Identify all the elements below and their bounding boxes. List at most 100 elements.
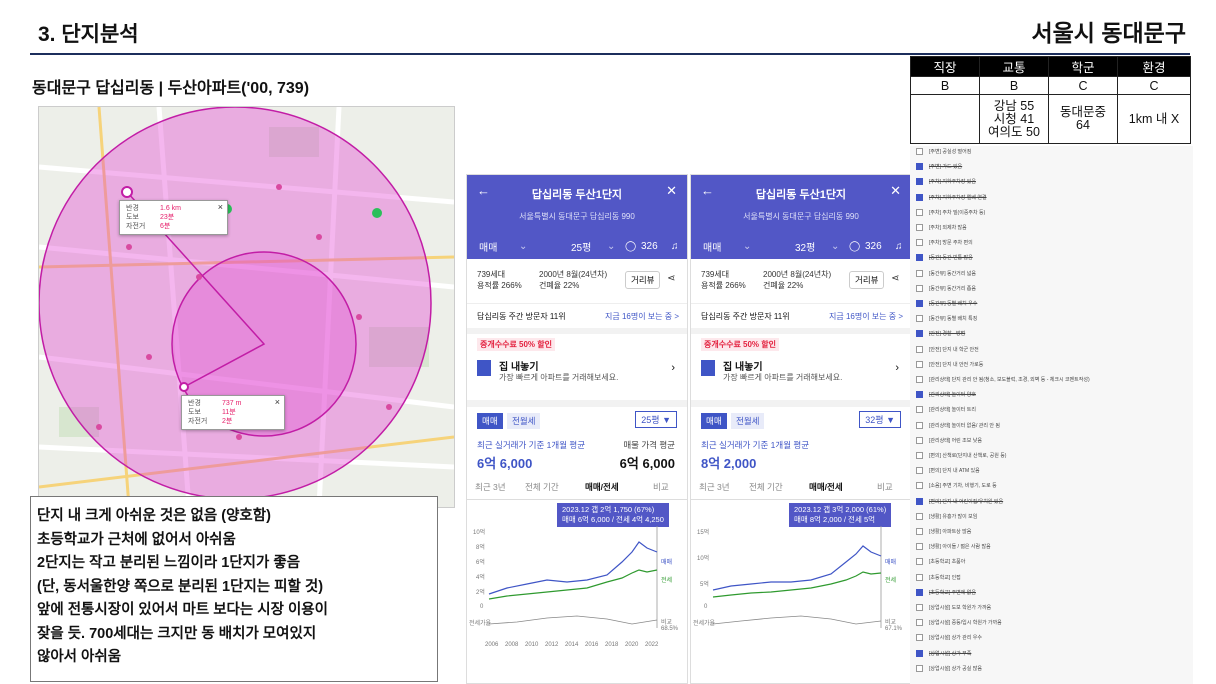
close-icon[interactable]: ✕ bbox=[666, 183, 677, 199]
tab-rent[interactable]: 전월세 bbox=[731, 413, 765, 429]
checkbox-checked[interactable] bbox=[916, 391, 923, 399]
checklist-item[interactable]: [편의] 단지 내 어린이집/유치원 있음 bbox=[916, 497, 1003, 505]
checkbox-checked[interactable] bbox=[916, 163, 923, 171]
checkbox-unchecked[interactable] bbox=[916, 436, 923, 444]
checklist-item[interactable]: [주차] 방문 주차 편의 bbox=[916, 239, 973, 247]
checklist-item[interactable]: [소음] 주변 기차, 비행기, 도로 등 bbox=[916, 482, 997, 490]
street-view-button[interactable]: 거리뷰 bbox=[625, 271, 661, 289]
checklist-item[interactable]: [안전] 단지 내 학군 안전 bbox=[916, 345, 979, 353]
checklist-item[interactable]: [관리상태] 놀이터 없음/ 관리 안 됨 bbox=[916, 421, 1000, 429]
bell-icon[interactable]: ♫ bbox=[895, 241, 903, 252]
checkbox-checked[interactable] bbox=[916, 193, 923, 201]
checklist-item[interactable]: [관리상태] 놀이터 양호 bbox=[916, 391, 976, 399]
checkbox-checked[interactable] bbox=[916, 497, 923, 505]
checklist-item[interactable]: [주차] 지하주차장 엘베 연결 bbox=[916, 193, 987, 201]
trade-type-select[interactable]: 매매 bbox=[479, 239, 497, 254]
checklist-item[interactable]: [상업시설] 상가 공실 많음 bbox=[916, 664, 982, 672]
checklist-item[interactable]: [초등학교] 인접 bbox=[916, 573, 961, 581]
period-tab[interactable]: 비교 bbox=[653, 481, 669, 493]
checklist-item[interactable]: [관리상태] 단지 관리 안 됨(청소, 보도블럭, 조경, 외벽 등 - 체크… bbox=[916, 376, 1090, 383]
checkbox-unchecked[interactable] bbox=[916, 512, 923, 520]
checklist-item[interactable]: [초등학교] 주변에 없음 bbox=[916, 588, 976, 596]
checkbox-checked[interactable] bbox=[916, 330, 923, 338]
sell-home-banner[interactable]: 중개수수료 50% 할인 집 내놓기 가장 빠르게 아파트를 거래해보세요. › bbox=[467, 334, 687, 407]
pyeong-dropdown[interactable]: 32평 ▼ bbox=[859, 411, 901, 428]
tab-sale[interactable]: 매매 bbox=[477, 413, 503, 429]
street-view-button[interactable]: 거리뷰 bbox=[849, 271, 885, 289]
checklist-item[interactable]: [초등학교] 초품아 bbox=[916, 558, 965, 566]
checkbox-checked[interactable] bbox=[916, 254, 923, 262]
tab-sale[interactable]: 매매 bbox=[701, 413, 727, 429]
period-tab[interactable]: 최근 3년 bbox=[699, 481, 730, 493]
checklist-item[interactable]: [동간뷰] 동별 배치 특징 bbox=[916, 315, 977, 323]
checkbox-unchecked[interactable] bbox=[916, 315, 923, 323]
checkbox-unchecked[interactable] bbox=[916, 452, 923, 459]
checklist-item[interactable]: [상업시설] 상가 관리 우수 bbox=[916, 634, 982, 642]
pyeong-select[interactable]: 32평 bbox=[795, 239, 815, 254]
checkbox-unchecked[interactable] bbox=[916, 604, 923, 611]
checkbox-unchecked[interactable] bbox=[916, 406, 923, 414]
pyeong-dropdown[interactable]: 25평 ▼ bbox=[635, 411, 677, 428]
checkbox-unchecked[interactable] bbox=[916, 528, 923, 535]
comment-icon[interactable]: ◯ bbox=[849, 241, 860, 252]
period-tab[interactable]: 전체 기간 bbox=[749, 481, 783, 493]
period-tab[interactable]: 비교 bbox=[877, 481, 893, 493]
checklist-item[interactable]: [편의] 단지 내 ATM 있음 bbox=[916, 467, 980, 475]
checklist-item[interactable]: [주차] 외제차 많음 bbox=[916, 224, 967, 231]
checkbox-unchecked[interactable] bbox=[916, 467, 923, 475]
sell-home-banner[interactable]: 중개수수료 50% 할인 집 내놓기 가장 빠르게 아파트를 거래해보세요. › bbox=[691, 334, 911, 407]
checklist-item[interactable]: [동간뷰] 동간거리 좁음 bbox=[916, 284, 976, 292]
trade-type-select[interactable]: 매매 bbox=[703, 239, 721, 254]
checklist-item[interactable]: [생활] 유흥가 많이 보임 bbox=[916, 512, 977, 520]
checkbox-checked[interactable] bbox=[916, 588, 923, 596]
pyeong-select[interactable]: 25평 bbox=[571, 239, 591, 254]
checklist-item[interactable]: [관리상태] 놀이터 트리 bbox=[916, 406, 976, 414]
checkbox-unchecked[interactable] bbox=[916, 239, 923, 247]
checkbox-unchecked[interactable] bbox=[916, 224, 923, 231]
checkbox-unchecked[interactable] bbox=[916, 148, 923, 155]
period-tab[interactable]: 전체 기간 bbox=[525, 481, 559, 493]
checklist-item[interactable]: [상업시설] 도보 학원가 가까움 bbox=[916, 604, 991, 611]
checklist-item[interactable]: [상업시설] 상가 부족 bbox=[916, 649, 971, 657]
checklist-item[interactable]: [주변] 가드 있음 bbox=[916, 163, 962, 171]
checklist-item[interactable]: [주차] 지하주차장 있음 bbox=[916, 178, 976, 186]
comment-icon[interactable]: ◯ bbox=[625, 241, 636, 252]
checklist-item[interactable]: [상업시설] 중등/입시 학원가 가까움 bbox=[916, 619, 1002, 627]
period-tab-active[interactable]: 매매/전세 bbox=[809, 481, 843, 493]
close-icon[interactable]: × bbox=[275, 397, 280, 407]
checkbox-unchecked[interactable] bbox=[916, 543, 923, 551]
checkbox-unchecked[interactable] bbox=[916, 664, 923, 672]
checkbox-unchecked[interactable] bbox=[916, 345, 923, 353]
checklist-item[interactable]: [주변] 공실성 떨어짐 bbox=[916, 148, 971, 155]
viewers-link[interactable]: 지금 16명이 보는 중 > bbox=[605, 311, 679, 322]
checklist-item[interactable]: [동간뷰] 동별 배치 우수 bbox=[916, 300, 977, 307]
period-tab-active[interactable]: 매매/전세 bbox=[585, 481, 619, 493]
checkbox-unchecked[interactable] bbox=[916, 360, 923, 368]
checkbox-unchecked[interactable] bbox=[916, 284, 923, 292]
checkbox-unchecked[interactable] bbox=[916, 558, 923, 566]
checkbox-unchecked[interactable] bbox=[916, 269, 923, 277]
checklist-item[interactable]: [관리상태] 어린 조보 낮음 bbox=[916, 436, 982, 444]
checklist-item[interactable]: [안전] 단지 내 안전 가로등 bbox=[916, 360, 983, 368]
checkbox-unchecked[interactable] bbox=[916, 376, 923, 383]
checkbox-unchecked[interactable] bbox=[916, 634, 923, 642]
checkbox-unchecked[interactable] bbox=[916, 619, 923, 627]
checklist-item[interactable]: [주차] 주차 빌(이중주차 등) bbox=[916, 208, 985, 216]
share-icon[interactable]: ⋖ bbox=[667, 273, 675, 284]
share-icon[interactable]: ⋖ bbox=[891, 273, 899, 284]
checklist-item[interactable]: [동간뷰] 동간거리 넓음 bbox=[916, 269, 976, 277]
close-icon[interactable]: × bbox=[218, 202, 223, 212]
checklist-item[interactable]: [생활] 아파트상 많음 bbox=[916, 528, 971, 535]
viewers-link[interactable]: 지금 16명이 보는 중 > bbox=[829, 311, 903, 322]
checkbox-unchecked[interactable] bbox=[916, 482, 923, 490]
checklist-item[interactable]: [안전] 경찰 · 방범 bbox=[916, 330, 965, 338]
checkbox-checked[interactable] bbox=[916, 300, 923, 307]
checkbox-checked[interactable] bbox=[916, 649, 923, 657]
checkbox-unchecked[interactable] bbox=[916, 421, 923, 429]
checkbox-unchecked[interactable] bbox=[916, 573, 923, 581]
radius-map[interactable]: × 반경 1.6 km 도보 23분 자전거 6분 × 반경 737 m 도보 11분 자… bbox=[38, 106, 455, 508]
checklist-item[interactable]: [생활] 아이들 / 젊은 사람 많음 bbox=[916, 543, 991, 551]
close-icon[interactable]: ✕ bbox=[890, 183, 901, 199]
tab-rent[interactable]: 전월세 bbox=[507, 413, 541, 429]
checkbox-checked[interactable] bbox=[916, 178, 923, 186]
